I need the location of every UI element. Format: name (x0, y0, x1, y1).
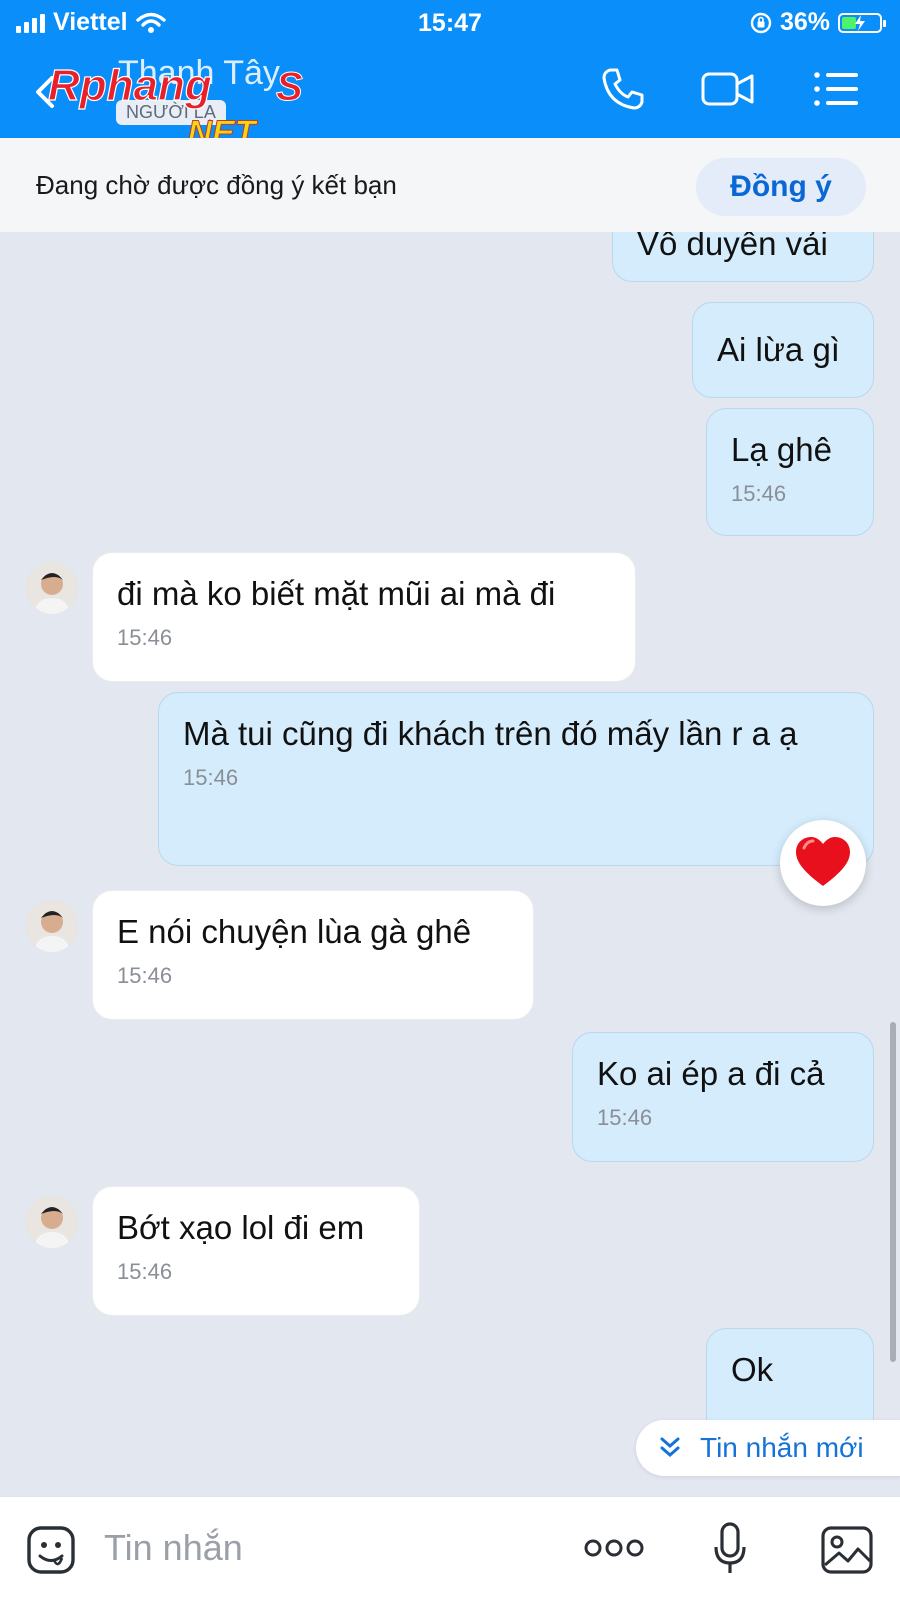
battery-icon (838, 12, 886, 33)
message-bubble-outgoing[interactable]: Mà tui cũng đi khách trên đó mấy lần r a… (158, 692, 874, 866)
message-time: 15:46 (117, 963, 173, 988)
message-text: Vô duyên vải (637, 232, 828, 262)
message-time: 15:46 (731, 481, 787, 506)
status-right: 36% (750, 8, 886, 37)
message-bubble-incoming[interactable]: Bớt xạo lol đi em 15:46 (92, 1186, 420, 1316)
svg-text:S: S (276, 65, 303, 109)
avatar[interactable] (26, 562, 78, 614)
new-messages-label: Tin nhắn mới (700, 1432, 864, 1463)
message-time: 15:46 (117, 625, 173, 650)
message-list[interactable]: Vô duyên vải Ai lừa gì Lạ ghê 15:46 đi m… (0, 232, 900, 1496)
message-text: Bớt xạo lol đi em (117, 1209, 365, 1246)
orientation-lock-icon (750, 12, 772, 33)
message-input[interactable]: Tin nhắn (104, 1527, 243, 1569)
avatar[interactable] (26, 900, 78, 952)
message-bubble-outgoing[interactable]: Ko ai ép a đi cả 15:46 (572, 1032, 874, 1162)
message-bubble-incoming[interactable]: đi mà ko biết mặt mũi ai mà đi 15:46 (92, 552, 636, 682)
image-gallery-icon[interactable] (820, 1525, 874, 1575)
battery-percent: 36% (779, 8, 830, 36)
message-text: Lạ ghê (731, 431, 832, 468)
status-bar: Viettel 15:47 36% (0, 0, 900, 46)
scrollbar[interactable] (890, 1022, 896, 1362)
menu-list-icon[interactable] (812, 66, 860, 112)
video-call-icon[interactable] (700, 66, 756, 112)
friend-request-bar: Đang chờ được đồng ý kết bạn Đồng ý (0, 138, 900, 232)
message-text: Mà tui cũng đi khách trên đó mấy lần r a… (183, 715, 798, 752)
message-text: Ok (731, 1351, 774, 1388)
message-bubble-outgoing[interactable]: Vô duyên vải (612, 232, 874, 282)
message-time: 15:46 (597, 1105, 653, 1130)
message-time: 15:46 (183, 765, 239, 790)
watermark-logo: Rphang S .NET (47, 60, 303, 148)
message-composer: Tin nhắn (0, 1496, 900, 1601)
svg-text:Rphang: Rphang (48, 61, 212, 110)
message-bubble-incoming[interactable]: E nói chuyện lùa gà ghê 15:46 (92, 890, 534, 1020)
message-text: Ai lừa gì (717, 331, 840, 368)
pending-request-text: Đang chờ được đồng ý kết bạn (36, 170, 397, 200)
heart-reaction[interactable] (780, 820, 866, 906)
double-chevron-down-icon (660, 1437, 680, 1457)
message-text: E nói chuyện lùa gà ghê (117, 913, 472, 950)
message-text: đi mà ko biết mặt mũi ai mà đi (117, 575, 556, 612)
phone-call-icon[interactable] (600, 66, 646, 112)
message-time: 15:46 (117, 1259, 173, 1284)
message-bubble-outgoing[interactable]: Lạ ghê 15:46 (706, 408, 874, 536)
more-options-icon[interactable] (584, 1535, 644, 1561)
sticker-icon[interactable] (26, 1525, 76, 1575)
message-text: Ko ai ép a đi cả (597, 1055, 825, 1092)
message-bubble-outgoing[interactable]: Ai lừa gì (692, 302, 874, 398)
avatar[interactable] (26, 1196, 78, 1248)
accept-button[interactable]: Đồng ý (696, 158, 866, 216)
microphone-icon[interactable] (712, 1521, 748, 1577)
chat-header: Thanh Tây NGƯỜI LẠ Rphang S .NET (0, 46, 900, 148)
new-messages-button[interactable]: Tin nhắn mới (636, 1420, 900, 1476)
heart-icon (796, 837, 850, 886)
